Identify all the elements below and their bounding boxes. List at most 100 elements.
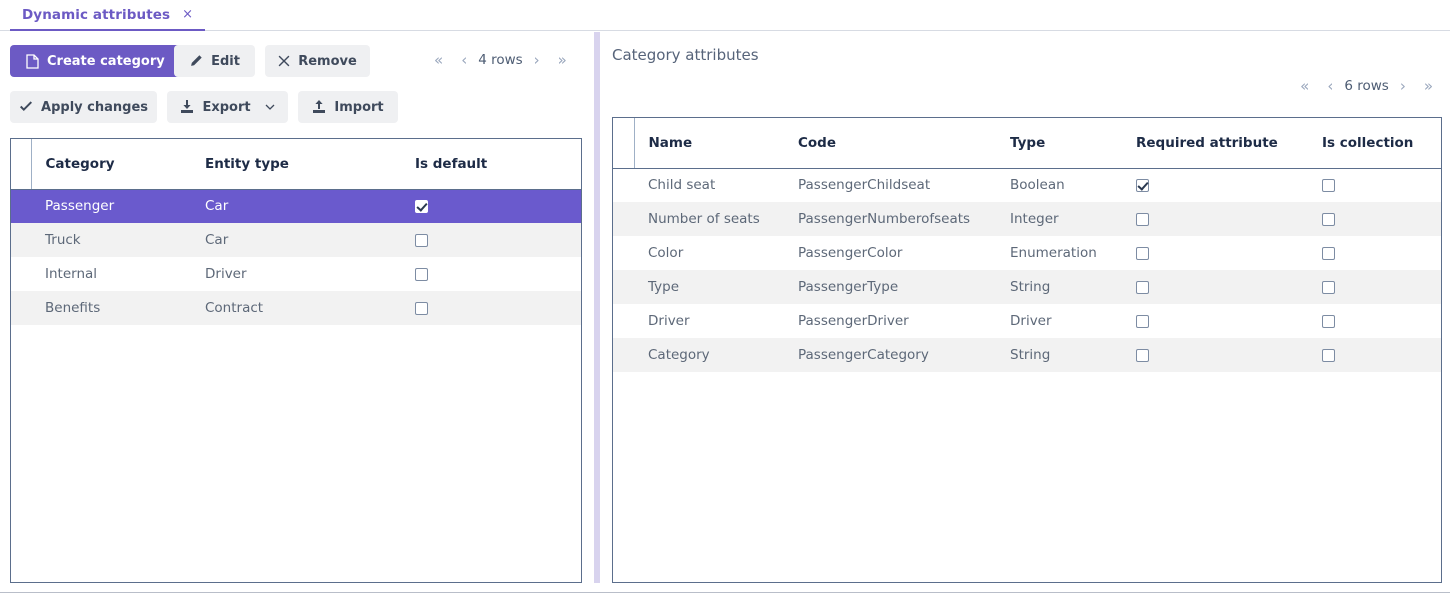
table-row[interactable]: Child seat PassengerChildseat Boolean	[613, 168, 1441, 202]
column-header-entity-type[interactable]: Entity type	[191, 139, 401, 190]
cell-type: Boolean	[996, 168, 1122, 202]
close-icon[interactable]: ×	[182, 8, 193, 21]
column-header-is-collection[interactable]: Is collection	[1308, 118, 1441, 169]
is-collection-checkbox[interactable]	[1322, 178, 1335, 192]
attr-pager-last-button[interactable]: »	[1415, 78, 1442, 94]
table-row[interactable]: Category PassengerCategory String	[613, 338, 1441, 372]
attr-pager-prev-button[interactable]: ‹	[1318, 78, 1342, 94]
upload-icon	[312, 100, 326, 114]
cell-entity-type: Car	[191, 223, 401, 257]
table-row[interactable]: Internal Driver	[11, 257, 581, 291]
table-row[interactable]: Driver PassengerDriver Driver	[613, 304, 1441, 338]
edit-label: Edit	[211, 53, 240, 69]
required-attribute-checkbox[interactable]	[1136, 212, 1149, 226]
cell-category: Passenger	[31, 189, 191, 223]
required-attribute-checkbox[interactable]	[1136, 178, 1149, 192]
table-row[interactable]: Color PassengerColor Enumeration	[613, 236, 1441, 270]
cell-category: Benefits	[31, 291, 191, 325]
table-row[interactable]: Number of seats PassengerNumberofseats Int…	[613, 202, 1441, 236]
is-collection-checkbox[interactable]	[1322, 314, 1335, 328]
required-attribute-cell	[1122, 304, 1308, 338]
import-button[interactable]: Import	[298, 91, 398, 123]
required-attribute-checkbox[interactable]	[1136, 314, 1149, 328]
row-gutter[interactable]	[613, 168, 634, 202]
pager-prev-button[interactable]: ‹	[452, 52, 476, 68]
is-default-cell	[401, 291, 581, 325]
is-collection-checkbox[interactable]	[1322, 348, 1335, 362]
edit-button[interactable]: Edit	[174, 45, 255, 77]
row-gutter[interactable]	[613, 202, 634, 236]
required-attribute-checkbox[interactable]	[1136, 246, 1149, 260]
gutter-header	[613, 118, 635, 169]
table-row[interactable]: Passenger Car	[11, 189, 581, 223]
tab-dynamic-attributes[interactable]: Dynamic attributes ×	[10, 0, 206, 31]
cell-type: String	[996, 270, 1122, 304]
panel-splitter[interactable]	[594, 32, 600, 583]
column-header-type[interactable]: Type	[996, 118, 1122, 169]
create-category-label: Create category	[47, 53, 165, 69]
categories-grid: Category Entity type Is default Passenge…	[10, 138, 582, 583]
cell-category: Truck	[31, 223, 191, 257]
chevron-down-icon[interactable]	[265, 104, 275, 111]
row-gutter[interactable]	[613, 236, 634, 270]
row-gutter[interactable]	[11, 189, 31, 223]
cell-type: Integer	[996, 202, 1122, 236]
cell-code: PassengerDriver	[784, 304, 996, 338]
required-attribute-checkbox[interactable]	[1136, 348, 1149, 362]
create-category-button[interactable]: Create category	[10, 45, 181, 77]
attributes-grid: Name Code Type Required attribute Is col…	[612, 117, 1442, 583]
table-row[interactable]: Benefits Contract	[11, 291, 581, 325]
is-collection-checkbox[interactable]	[1322, 246, 1335, 260]
required-attribute-cell	[1122, 168, 1308, 202]
apply-changes-button[interactable]: Apply changes	[10, 91, 157, 123]
cell-name: Driver	[634, 304, 784, 338]
required-attribute-cell	[1122, 236, 1308, 270]
required-attribute-checkbox[interactable]	[1136, 280, 1149, 294]
export-button[interactable]: Export	[167, 91, 288, 123]
column-header-category[interactable]: Category	[31, 139, 191, 190]
required-attribute-cell	[1122, 338, 1308, 372]
is-default-checkbox[interactable]	[415, 199, 428, 213]
apply-changes-label: Apply changes	[41, 99, 148, 115]
is-default-cell	[401, 257, 581, 291]
remove-label: Remove	[298, 53, 357, 69]
table-header-row: Category Entity type Is default	[11, 139, 581, 190]
row-gutter[interactable]	[613, 270, 634, 304]
row-gutter[interactable]	[11, 223, 31, 257]
column-header-is-default[interactable]: Is default	[401, 139, 581, 190]
is-collection-checkbox[interactable]	[1322, 212, 1335, 226]
column-header-required-attribute[interactable]: Required attribute	[1122, 118, 1308, 169]
is-default-checkbox[interactable]	[415, 233, 428, 247]
pager-first-button[interactable]: «	[425, 52, 452, 68]
row-gutter[interactable]	[11, 291, 31, 325]
pager-last-button[interactable]: »	[549, 52, 576, 68]
row-gutter[interactable]	[11, 257, 31, 291]
attr-pager-first-button[interactable]: «	[1291, 78, 1318, 94]
pager-next-button[interactable]: ›	[525, 52, 549, 68]
row-gutter[interactable]	[613, 338, 634, 372]
is-default-checkbox[interactable]	[415, 267, 428, 281]
categories-pager: « ‹ 4 rows › »	[425, 52, 576, 68]
is-collection-cell	[1308, 338, 1441, 372]
download-icon	[180, 100, 194, 114]
remove-button[interactable]: Remove	[265, 45, 370, 77]
attr-pager-row-count: 6 rows	[1344, 78, 1389, 94]
table-row[interactable]: Truck Car	[11, 223, 581, 257]
attr-pager-next-button[interactable]: ›	[1391, 78, 1415, 94]
cell-name: Type	[634, 270, 784, 304]
table-header-row: Name Code Type Required attribute Is col…	[613, 118, 1441, 169]
cell-code: PassengerType	[784, 270, 996, 304]
cell-entity-type: Contract	[191, 291, 401, 325]
cell-type: Enumeration	[996, 236, 1122, 270]
column-header-code[interactable]: Code	[784, 118, 996, 169]
pager-row-count: 4 rows	[478, 52, 523, 68]
attributes-rows: Child seat PassengerChildseat Boolean Numbe…	[613, 168, 1441, 372]
cell-name: Color	[634, 236, 784, 270]
dynamic-attributes-screen: Dynamic attributes × Create category Edi…	[0, 0, 1450, 593]
column-header-name[interactable]: Name	[634, 118, 784, 169]
is-default-checkbox[interactable]	[415, 301, 428, 315]
is-collection-checkbox[interactable]	[1322, 280, 1335, 294]
row-gutter[interactable]	[613, 304, 634, 338]
export-label: Export	[202, 99, 251, 115]
table-row[interactable]: Type PassengerType String	[613, 270, 1441, 304]
